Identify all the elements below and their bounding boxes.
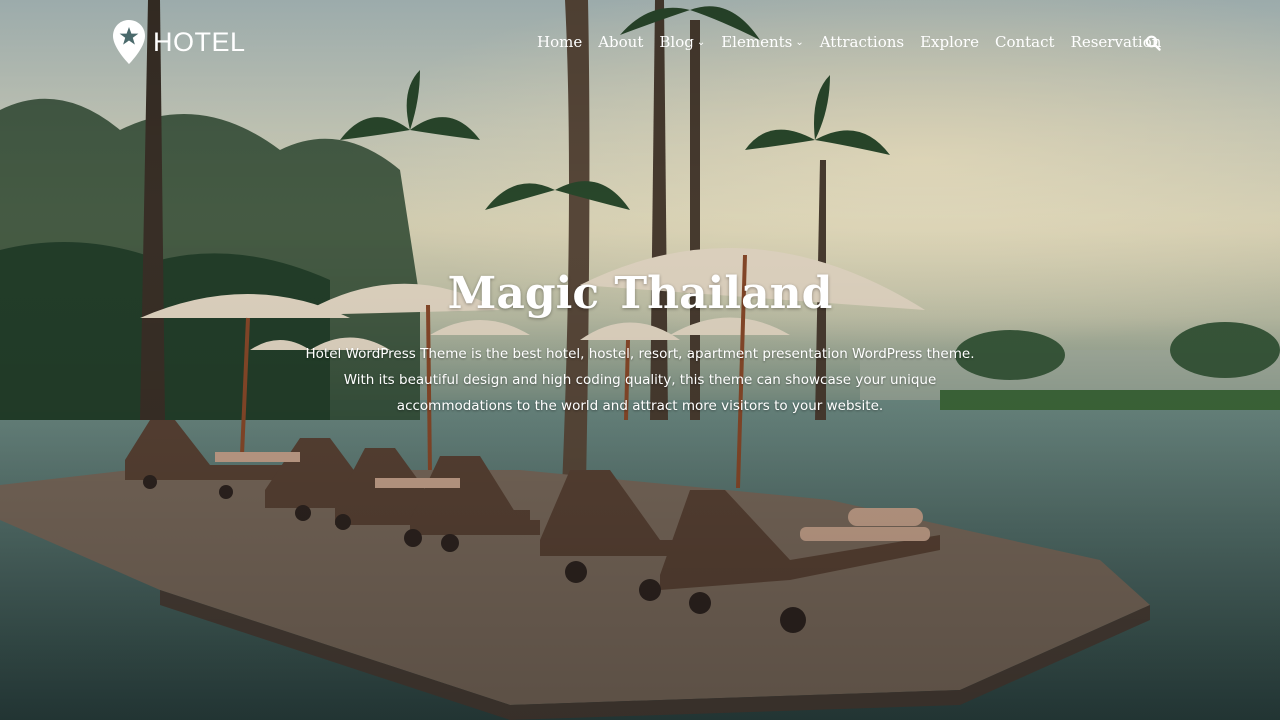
- hero-section: HOTEL Home About Blog ⌄ Elements ⌄ Attract…: [0, 0, 1280, 720]
- search-icon[interactable]: [1145, 35, 1161, 51]
- nav-item-label: Home: [537, 33, 583, 51]
- chevron-down-icon: ⌄: [696, 36, 706, 48]
- site-header: HOTEL Home About Blog ⌄ Elements ⌄ Attract…: [0, 0, 1280, 86]
- nav-item-blog[interactable]: Blog ⌄: [659, 33, 705, 51]
- brand-name: HOTEL: [153, 26, 246, 57]
- nav-item-attractions[interactable]: Attractions: [820, 33, 904, 51]
- hero-title: Magic Thailand: [447, 268, 833, 319]
- site-logo[interactable]: HOTEL: [113, 20, 246, 64]
- nav-item-explore[interactable]: Explore: [920, 33, 979, 51]
- nav-item-label: Explore: [920, 33, 979, 51]
- hero-content: Magic Thailand Hotel WordPress Theme is …: [0, 268, 1280, 419]
- nav-item-label: Blog: [659, 33, 694, 51]
- nav-item-label: About: [598, 33, 644, 51]
- hero-description: Hotel WordPress Theme is the best hotel,…: [305, 346, 975, 414]
- nav-item-label: Contact: [994, 33, 1055, 51]
- nav-item-label: Elements: [721, 33, 793, 51]
- location-pin-icon: [113, 20, 145, 64]
- nav-item-label: Attractions: [819, 33, 905, 51]
- main-navigation: Home About Blog ⌄ Elements ⌄ Attractions E…: [537, 33, 1177, 51]
- nav-item-contact[interactable]: Contact: [995, 33, 1055, 51]
- nav-item-home[interactable]: Home: [537, 33, 582, 51]
- nav-item-elements[interactable]: Elements ⌄: [721, 33, 804, 51]
- nav-item-about[interactable]: About: [598, 33, 643, 51]
- chevron-down-icon: ⌄: [795, 36, 804, 48]
